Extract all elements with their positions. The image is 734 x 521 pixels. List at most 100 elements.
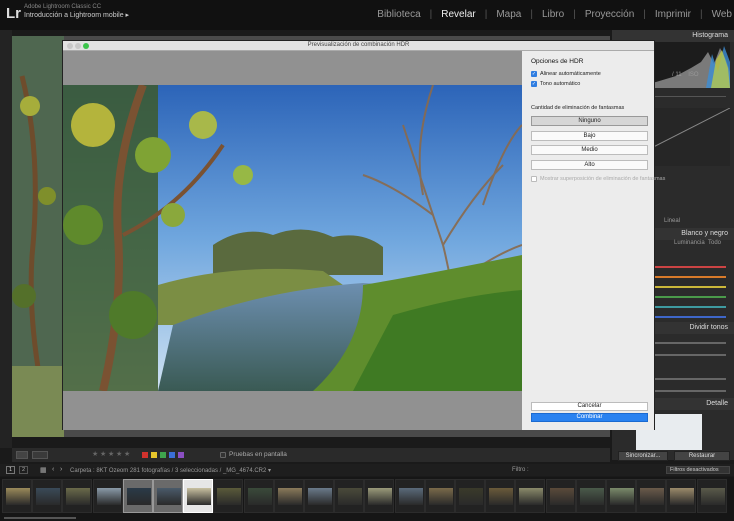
filmstrip-thumbnail[interactable] bbox=[666, 479, 697, 513]
second-window-button[interactable]: 2 bbox=[19, 466, 28, 474]
tab-luminance[interactable]: Luminancia bbox=[674, 240, 705, 246]
filmstrip-thumbnail[interactable] bbox=[696, 479, 727, 513]
show-overlay-option[interactable]: Mostrar superposición de eliminación de … bbox=[531, 176, 665, 182]
slider-yellow[interactable] bbox=[652, 286, 726, 288]
module-map[interactable]: Mapa bbox=[476, 9, 521, 20]
thumbnail-image bbox=[610, 488, 634, 505]
thumbnail-image bbox=[6, 488, 30, 505]
filmstrip-thumbnail[interactable] bbox=[394, 479, 425, 513]
label-green-swatch[interactable] bbox=[160, 452, 166, 458]
slider-aqua[interactable] bbox=[652, 306, 726, 308]
catalog-name[interactable]: Introducción a Lightroom mobile ▸ bbox=[24, 11, 129, 19]
filmstrip-thumbnail[interactable] bbox=[636, 479, 667, 513]
thumbnail-image bbox=[187, 488, 212, 505]
star-icon[interactable]: ★ bbox=[116, 450, 122, 458]
tab-all[interactable]: Todo bbox=[708, 240, 721, 246]
module-print[interactable]: Imprimir bbox=[634, 9, 691, 20]
thumbnail-image bbox=[549, 488, 574, 505]
auto-align-checkbox[interactable]: ✓ bbox=[531, 71, 537, 77]
module-library[interactable]: Biblioteca bbox=[368, 9, 420, 20]
slider-highlights-sat[interactable] bbox=[652, 354, 726, 356]
deghost-high-button[interactable]: Alto bbox=[531, 160, 648, 170]
develop-toolbar: ★ ★ ★ ★ ★ Pruebas en pantalla bbox=[12, 448, 610, 462]
filmstrip bbox=[0, 477, 734, 521]
filmstrip-thumbnail[interactable] bbox=[515, 479, 546, 513]
star-icon[interactable]: ★ bbox=[100, 450, 106, 458]
filmstrip-thumbnail[interactable] bbox=[2, 479, 32, 513]
filmstrip-thumbnail[interactable] bbox=[213, 479, 244, 513]
slider-shadows-sat[interactable] bbox=[652, 390, 726, 392]
filmstrip-thumbnail[interactable] bbox=[485, 479, 516, 513]
filmstrip-thumbnail[interactable] bbox=[304, 479, 334, 513]
filmstrip-thumbnail[interactable] bbox=[273, 479, 304, 513]
thumbnail-image bbox=[640, 488, 665, 505]
slider-highlights-hue[interactable] bbox=[652, 342, 726, 344]
label-red-swatch[interactable] bbox=[142, 452, 148, 458]
filmstrip-thumbnail[interactable] bbox=[62, 479, 93, 513]
filmstrip-thumbnail[interactable] bbox=[122, 479, 153, 513]
filmstrip-scrollbar[interactable] bbox=[4, 517, 76, 519]
slider-orange[interactable] bbox=[652, 276, 726, 278]
deghost-medium-button[interactable]: Medio bbox=[531, 145, 648, 155]
slider-blue[interactable] bbox=[652, 316, 726, 318]
thumbnail-image bbox=[247, 488, 272, 505]
filmstrip-thumbnail[interactable] bbox=[92, 479, 123, 513]
slider-green[interactable] bbox=[652, 296, 726, 298]
thumbnail-image bbox=[217, 488, 242, 505]
slider-shadows-hue[interactable] bbox=[652, 378, 726, 380]
star-icon[interactable]: ★ bbox=[108, 450, 114, 458]
hdr-options-heading: Opciones de HDR bbox=[531, 58, 584, 65]
main-window-button[interactable]: 1 bbox=[6, 466, 15, 474]
auto-align-option[interactable]: ✓ Alinear automáticamente bbox=[531, 71, 601, 77]
label-purple-swatch[interactable] bbox=[178, 452, 184, 458]
reset-button[interactable]: Restaurar bbox=[674, 451, 730, 461]
soft-proofing-toggle[interactable]: Pruebas en pantalla bbox=[220, 451, 287, 458]
label-yellow-swatch[interactable] bbox=[151, 452, 157, 458]
sync-button[interactable]: Sincronizar... bbox=[618, 451, 668, 461]
left-panel-collapsed[interactable] bbox=[0, 30, 12, 448]
show-overlay-checkbox[interactable] bbox=[531, 176, 537, 182]
folder-info[interactable]: Carpeta : 8KT Ozeom 281 fotografías / 3 … bbox=[70, 467, 271, 474]
filmstrip-thumbnail[interactable] bbox=[243, 479, 274, 513]
filter-select[interactable]: Filtros desactivados bbox=[666, 466, 730, 474]
star-icon[interactable]: ★ bbox=[92, 450, 98, 458]
filmstrip-thumbnail[interactable] bbox=[183, 479, 214, 513]
thumbnail-image bbox=[96, 488, 121, 505]
filmstrip-thumbnail[interactable] bbox=[153, 479, 183, 513]
thumbnail-image bbox=[398, 488, 423, 505]
grid-view-icon[interactable]: ▦ bbox=[40, 466, 47, 474]
thumbnail-image bbox=[368, 488, 393, 505]
before-after-icon[interactable] bbox=[32, 451, 48, 459]
filmstrip-thumbnail[interactable] bbox=[32, 479, 63, 513]
thumbnail-image bbox=[579, 488, 604, 505]
module-slideshow[interactable]: Proyección bbox=[564, 9, 634, 20]
back-arrow-icon[interactable]: ‹ bbox=[52, 466, 54, 473]
filmstrip-thumbnail[interactable] bbox=[455, 479, 485, 513]
auto-tone-option[interactable]: ✓ Tono automático bbox=[531, 81, 580, 87]
slider-red[interactable] bbox=[652, 266, 726, 268]
dialog-titlebar[interactable]: Previsualización de combinación HDR bbox=[63, 41, 654, 51]
loupe-view-icon[interactable] bbox=[16, 451, 28, 459]
filmstrip-thumbnail[interactable] bbox=[364, 479, 395, 513]
hdr-merge-dialog: Previsualización de combinación HDR Opci… bbox=[62, 40, 665, 430]
star-icon[interactable]: ★ bbox=[124, 450, 130, 458]
label-blue-swatch[interactable] bbox=[169, 452, 175, 458]
auto-tone-checkbox[interactable]: ✓ bbox=[531, 81, 537, 87]
forward-arrow-icon[interactable]: › bbox=[60, 466, 62, 473]
merge-button[interactable]: Combinar bbox=[531, 413, 648, 422]
thumbnail-image bbox=[126, 488, 151, 505]
filmstrip-thumbnail[interactable] bbox=[334, 479, 365, 513]
module-develop[interactable]: Revelar bbox=[421, 9, 475, 20]
filmstrip-thumbnail[interactable] bbox=[575, 479, 606, 513]
module-web[interactable]: Web bbox=[691, 9, 732, 20]
cancel-button[interactable]: Cancelar bbox=[531, 402, 648, 411]
thumbnail-image bbox=[489, 488, 514, 505]
filmstrip-thumbnail[interactable] bbox=[424, 479, 455, 513]
filmstrip-thumbnail[interactable] bbox=[606, 479, 636, 513]
filmstrip-thumbnail[interactable] bbox=[545, 479, 576, 513]
deghost-low-button[interactable]: Bajo bbox=[531, 131, 648, 141]
deghost-none-button[interactable]: Ninguno bbox=[531, 116, 648, 126]
module-book[interactable]: Libro bbox=[521, 9, 564, 20]
curve-preset[interactable]: Lineal bbox=[664, 218, 680, 224]
soft-proofing-checkbox[interactable] bbox=[220, 451, 226, 458]
